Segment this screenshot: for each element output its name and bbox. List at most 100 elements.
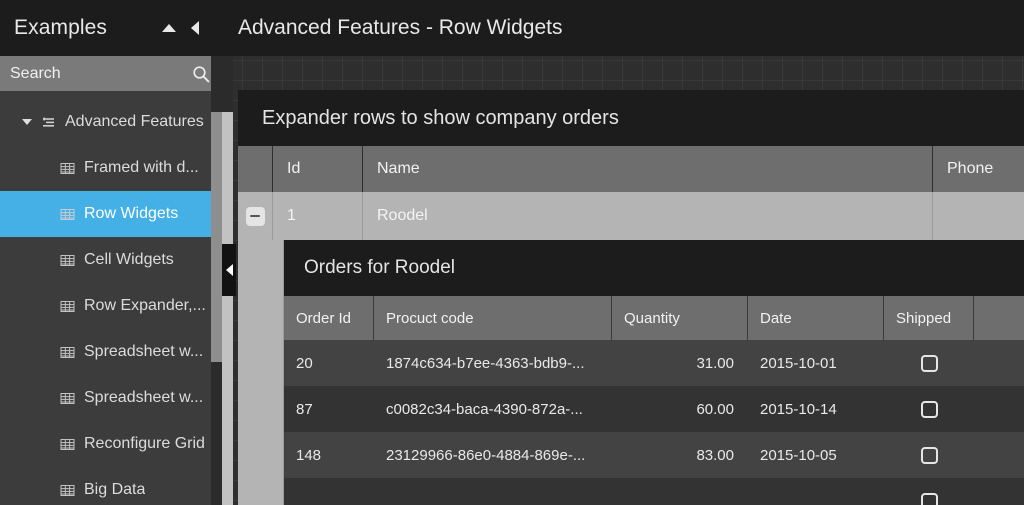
cell-filler: [974, 386, 1024, 432]
shipped-checkbox[interactable]: [920, 492, 938, 505]
grid-icon: [60, 438, 75, 450]
sidebar-item-big-data[interactable]: Big Data: [0, 467, 222, 505]
row-detail-area: Orders for Roodel Order Id Procuct code Qu…: [238, 240, 1024, 505]
cell-date: [748, 478, 884, 505]
sidebar-item-advanced-features[interactable]: Advanced Features: [0, 99, 222, 145]
sidebar-item-label: Advanced Features: [65, 113, 204, 130]
grid-icon: [60, 484, 75, 496]
sidebar-item-label: Row Widgets: [84, 205, 179, 222]
cell-date: 2015-10-14: [760, 400, 837, 418]
sub-grid: Orders for Roodel Order Id Procuct code Qu…: [284, 240, 1024, 505]
search-placeholder: Search: [10, 64, 61, 82]
grid-body: 1Roodel602-736-28: [238, 192, 1024, 240]
sub-table-row[interactable]: 148 23129966-86e0-4884-869e-... 83.00 2015-…: [284, 432, 1024, 478]
cell-quantity: 60.00: [696, 400, 734, 418]
grid-icon: [60, 392, 75, 404]
application-window: Examples Search Advanced Features Framed …: [0, 0, 1024, 505]
row-detail-gutter: [238, 240, 284, 505]
cell-quantity: [612, 478, 748, 505]
sub-column-header-order-id[interactable]: Order Id: [284, 296, 374, 340]
cell-order-id: 20: [296, 354, 313, 372]
cell-filler: [974, 432, 1024, 478]
sidebar-scrollbar-track[interactable]: [211, 56, 222, 505]
cell-product-code: [374, 478, 612, 505]
cell-shipped: [884, 386, 974, 432]
grid-icon: [60, 162, 75, 174]
sub-column-header-shipped[interactable]: Shipped: [884, 296, 974, 340]
cell-product-code: 1874c634-b7ee-4363-bdb9-...: [386, 354, 585, 372]
cell-order-id: 87: [296, 400, 313, 418]
sidebar-title: Examples: [14, 16, 108, 39]
shipped-checkbox[interactable]: [920, 400, 938, 418]
tree-group-icon: [43, 117, 54, 127]
sidebar-item-row-widgets[interactable]: Row Widgets: [0, 191, 222, 237]
cell-shipped: [884, 478, 974, 505]
cell-quantity: 31.00: [696, 354, 734, 372]
shipped-checkbox[interactable]: [920, 354, 938, 372]
cell-order-id: [284, 478, 374, 505]
sidebar-collapse-handle[interactable]: [222, 244, 236, 296]
column-header[interactable]: [238, 146, 273, 192]
grid-header-row: Id Name Phone: [238, 146, 1024, 192]
sidebar-header: Examples: [0, 0, 222, 56]
column-header-id[interactable]: Id: [273, 146, 363, 192]
grid-icon: [60, 300, 75, 312]
main-titlebar: Advanced Features - Row Widgets: [222, 0, 1024, 56]
sub-column-header-quantity[interactable]: Quantity: [612, 296, 748, 340]
sidebar-item-spreadsheet-w[interactable]: Spreadsheet w...: [0, 375, 222, 421]
cell-shipped: [884, 340, 974, 386]
sub-grid-header-row: Order Id Procuct code Quantity Date Shipped: [284, 296, 1024, 340]
sub-column-header-procuct-code[interactable]: Procuct code: [374, 296, 612, 340]
search-input[interactable]: Search: [0, 56, 222, 91]
column-header-phone[interactable]: Phone: [933, 146, 1024, 192]
sidebar-item-label: Framed with d...: [84, 159, 199, 176]
table-row[interactable]: 1Roodel602-736-28: [238, 192, 1024, 240]
cell-date: 2015-10-01: [760, 354, 837, 372]
cell-order-id: 148: [296, 446, 322, 464]
cell-filler: [974, 340, 1024, 386]
main-scrollbar-thumb[interactable]: [222, 112, 233, 505]
sidebar-item-label: Row Expander,...: [84, 297, 206, 314]
sidebar: Examples Search Advanced Features Framed …: [0, 0, 222, 505]
caret-up-icon[interactable]: [156, 15, 182, 41]
sidebar-tree: Advanced Features Framed with d... Row Wid…: [0, 91, 222, 505]
cell-product-code: c0082c34-baca-4390-872a-...: [386, 400, 583, 418]
shipped-checkbox[interactable]: [920, 446, 938, 464]
sub-column-header-date[interactable]: Date: [748, 296, 884, 340]
cell-name: Roodel: [363, 192, 933, 240]
search-icon: [193, 65, 210, 82]
grid-icon: [60, 208, 75, 220]
sub-table-row[interactable]: [284, 478, 1024, 505]
cell-quantity: 83.00: [696, 446, 734, 464]
column-header-name[interactable]: Name: [363, 146, 933, 192]
sidebar-item-label: Spreadsheet w...: [84, 389, 204, 406]
chevron-down-icon[interactable]: [22, 119, 32, 125]
sidebar-item-framed-with-d[interactable]: Framed with d...: [0, 145, 222, 191]
sub-column-header[interactable]: [974, 296, 1024, 340]
sub-grid-caption-text: Orders for Roodel: [304, 257, 456, 278]
sub-grid-caption: Orders for Roodel: [284, 240, 1024, 296]
sidebar-scrollbar-thumb[interactable]: [211, 112, 222, 362]
caret-left-icon[interactable]: [182, 15, 208, 41]
row-expander-cell: [238, 192, 273, 240]
main-content: Advanced Features - Row Widgets Expander…: [222, 0, 1024, 505]
cell-date: 2015-10-05: [760, 446, 837, 464]
sidebar-item-label: Big Data: [84, 481, 146, 498]
cell-shipped: [884, 432, 974, 478]
grid-icon: [60, 346, 75, 358]
sidebar-item-label: Reconfigure Grid: [84, 435, 205, 452]
grid-caption-text: Expander rows to show company orders: [262, 106, 619, 129]
cell-product-code: 23129966-86e0-4884-869e-...: [386, 446, 586, 464]
cell-filler: [974, 478, 1024, 505]
sidebar-item-spreadsheet-w[interactable]: Spreadsheet w...: [0, 329, 222, 375]
cell-id: 1: [273, 192, 363, 240]
grid-caption: Expander rows to show company orders: [238, 90, 1024, 146]
page-title: Advanced Features - Row Widgets: [238, 16, 563, 39]
sub-table-row[interactable]: 20 1874c634-b7ee-4363-bdb9-... 31.00 2015-1…: [284, 340, 1024, 386]
sidebar-item-cell-widgets[interactable]: Cell Widgets: [0, 237, 222, 283]
sidebar-item-row-expander[interactable]: Row Expander,...: [0, 283, 222, 329]
collapse-icon[interactable]: [245, 206, 265, 226]
sidebar-item-reconfigure-grid[interactable]: Reconfigure Grid: [0, 421, 222, 467]
sub-table-row[interactable]: 87 c0082c34-baca-4390-872a-... 60.00 2015-1…: [284, 386, 1024, 432]
cell-phone: 602-736-28: [933, 192, 1024, 240]
